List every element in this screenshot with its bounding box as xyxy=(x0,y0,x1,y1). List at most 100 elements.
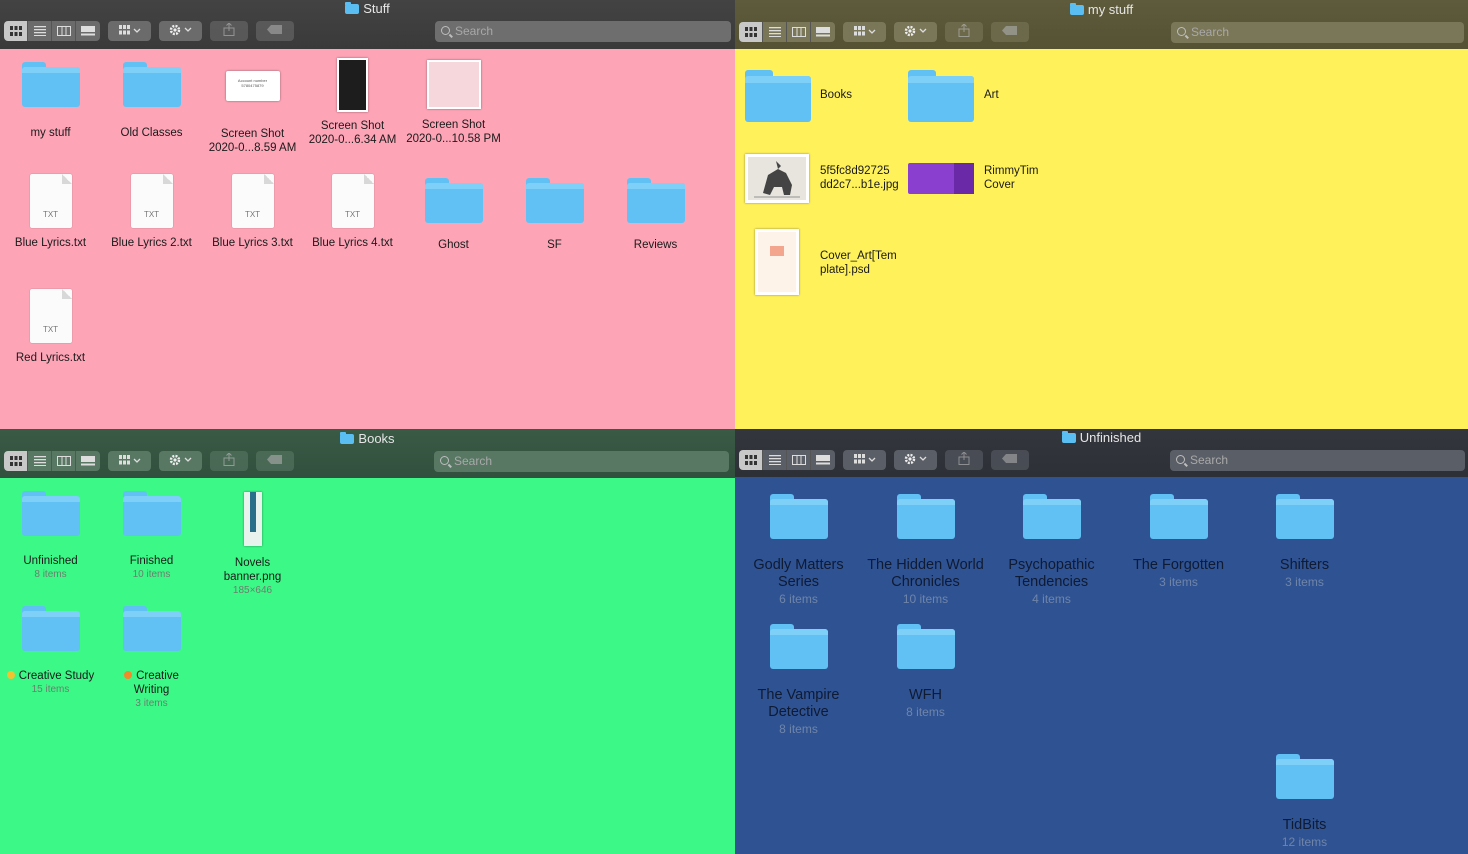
window-title-text: Stuff xyxy=(363,1,390,16)
file-item[interactable]: Novels banner.png 185×646 xyxy=(202,487,303,597)
list-view-icon[interactable] xyxy=(28,21,52,41)
tag-button[interactable] xyxy=(991,450,1029,470)
animal-sketch-image xyxy=(754,161,800,198)
folder-item[interactable]: The Hidden World Chronicles 10 items xyxy=(862,494,989,608)
file-item[interactable]: TXT Red Lyrics.txt xyxy=(0,289,101,365)
txt-file-icon: TXT xyxy=(29,174,72,228)
share-button[interactable] xyxy=(210,451,248,471)
folder-item[interactable]: TidBits 12 items xyxy=(1241,754,1368,851)
folder-item[interactable]: SF xyxy=(504,178,605,252)
folder-item[interactable]: Psychopathic Tendencies 4 items xyxy=(988,494,1115,608)
file-item[interactable]: 5f5fc8d92725 dd2c7...b1e.jpg xyxy=(745,154,905,204)
titlebar[interactable]: Stuff Search xyxy=(0,0,735,49)
folder-item[interactable]: Godly Matters Series 6 items xyxy=(735,494,862,608)
file-item[interactable]: TXT Blue Lyrics 4.txt xyxy=(302,174,403,250)
column-view-icon[interactable] xyxy=(787,22,811,42)
icon-view-icon[interactable] xyxy=(739,450,763,470)
icon-view-icon[interactable] xyxy=(4,21,28,41)
folder-item[interactable]: Shifters 3 items xyxy=(1241,494,1368,591)
search-field[interactable]: Search xyxy=(1171,22,1464,43)
list-view-icon[interactable] xyxy=(763,450,787,470)
action-button[interactable] xyxy=(159,451,202,471)
folder-icon xyxy=(896,494,955,539)
share-button[interactable] xyxy=(945,450,983,470)
window-title: my stuff xyxy=(735,3,1468,17)
psd-thumbnail xyxy=(755,229,799,295)
file-item[interactable]: Screen Shot 2020-0...10.58 PM xyxy=(403,60,504,146)
folder-item[interactable]: Creative Writing 3 items xyxy=(101,606,202,710)
folder-item[interactable]: Unfinished 8 items xyxy=(0,491,101,581)
item-label: SF xyxy=(547,239,562,251)
item-label: Blue Lyrics 2.txt xyxy=(111,237,192,249)
group-button[interactable] xyxy=(108,451,151,471)
folder-item[interactable]: Reviews xyxy=(605,178,706,252)
folder-item[interactable]: Ghost xyxy=(403,178,504,252)
folder-item[interactable]: my stuff xyxy=(0,62,101,140)
folder-item[interactable]: Creative Study 15 items xyxy=(0,606,101,696)
folder-item[interactable]: WFH 8 items xyxy=(862,624,989,721)
group-button[interactable] xyxy=(843,450,886,470)
folder-icon xyxy=(21,491,80,536)
action-button[interactable] xyxy=(894,22,937,42)
tag-button[interactable] xyxy=(256,451,294,471)
file-item[interactable]: TXT Blue Lyrics.txt xyxy=(0,174,101,250)
group-button[interactable] xyxy=(843,22,886,42)
search-field[interactable]: Search xyxy=(435,21,731,42)
column-view-icon[interactable] xyxy=(52,451,76,471)
gallery-view-icon[interactable] xyxy=(811,450,835,470)
titlebar[interactable]: Books Search xyxy=(0,429,735,478)
yellow-tag-dot xyxy=(6,671,15,679)
item-label: Blue Lyrics.txt xyxy=(14,237,87,249)
folder-icon xyxy=(908,70,974,122)
file-item[interactable]: Account number 5780475879 Screen Shot 20… xyxy=(202,69,303,155)
folder-item[interactable]: Books xyxy=(745,70,885,122)
titlebar[interactable]: Unfinished Search xyxy=(735,429,1468,477)
item-count: 12 items xyxy=(1281,835,1328,849)
folder-icon xyxy=(345,2,360,14)
finder-window-my-stuff[interactable]: my stuff Search Books Art 5f5fc8d92725 d… xyxy=(735,0,1468,429)
tag-button[interactable] xyxy=(991,22,1029,42)
gallery-view-icon[interactable] xyxy=(76,451,100,471)
share-button[interactable] xyxy=(210,21,248,41)
file-item[interactable]: TXT Blue Lyrics 3.txt xyxy=(202,174,303,250)
folder-icon xyxy=(525,178,584,223)
file-item[interactable]: Screen Shot 2020-0...6.34 AM xyxy=(302,58,403,147)
finder-window-stuff[interactable]: Stuff Search my stuff Old Classes Accoun… xyxy=(0,0,735,429)
icon-view-icon[interactable] xyxy=(739,22,763,42)
file-item[interactable]: Cover_Art[Tem plate].psd xyxy=(755,229,915,297)
tag-button[interactable] xyxy=(256,21,294,41)
cover-image-thumbnail xyxy=(908,163,974,194)
search-field[interactable]: Search xyxy=(1170,450,1465,471)
column-view-icon[interactable] xyxy=(787,450,811,470)
folder-icon xyxy=(769,494,828,539)
folder-item[interactable]: Finished 10 items xyxy=(101,491,202,581)
file-item[interactable]: RimmyTim Cover xyxy=(908,154,1068,204)
finder-window-unfinished[interactable]: Unfinished Search Godly Matters Series 6 … xyxy=(735,429,1468,854)
icon-view-icon[interactable] xyxy=(4,451,28,471)
gallery-view-icon[interactable] xyxy=(811,22,835,42)
search-placeholder: Search xyxy=(1190,453,1229,467)
file-type-badge: TXT xyxy=(143,210,160,219)
list-view-icon[interactable] xyxy=(28,451,52,471)
folder-icon xyxy=(769,624,828,669)
folder-item[interactable]: Old Classes xyxy=(101,62,202,140)
search-field[interactable]: Search xyxy=(434,451,729,472)
folder-icon xyxy=(1149,494,1208,539)
finder-window-books[interactable]: Books Search Unfinished 8 items Finished 1… xyxy=(0,429,735,854)
titlebar[interactable]: my stuff Search xyxy=(735,0,1468,49)
action-button[interactable] xyxy=(159,21,202,41)
action-button[interactable] xyxy=(894,450,937,470)
folder-item[interactable]: The Vampire Detective 8 items xyxy=(735,624,862,738)
share-button[interactable] xyxy=(945,22,983,42)
item-label: Cover_Art[Tem plate].psd xyxy=(820,250,897,276)
file-item[interactable]: TXT Blue Lyrics 2.txt xyxy=(101,174,202,250)
item-count: 6 items xyxy=(779,592,818,606)
folder-item[interactable]: Art xyxy=(908,70,1048,122)
gallery-view-icon[interactable] xyxy=(76,21,100,41)
folder-icon xyxy=(1061,431,1076,443)
tag-icon xyxy=(267,455,283,467)
folder-item[interactable]: The Forgotten 3 items xyxy=(1115,494,1242,591)
column-view-icon[interactable] xyxy=(52,21,76,41)
group-button[interactable] xyxy=(108,21,151,41)
list-view-icon[interactable] xyxy=(763,22,787,42)
